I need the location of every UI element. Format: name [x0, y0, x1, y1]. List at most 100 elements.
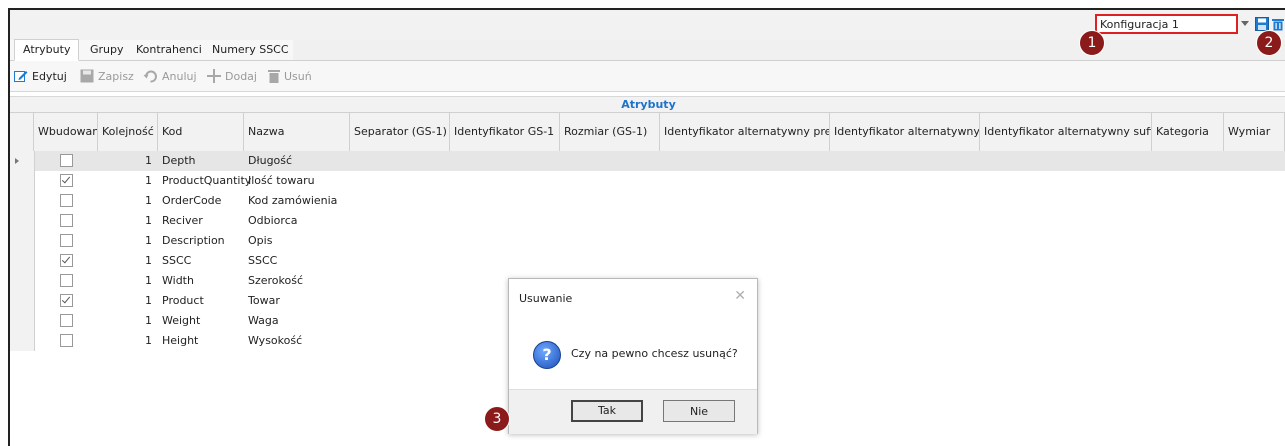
- cell-order: 1: [145, 294, 152, 307]
- cell-code: Description: [162, 234, 225, 247]
- checkbox[interactable]: [60, 174, 73, 187]
- dialog-footer: Tak Nie: [509, 389, 757, 434]
- table-row[interactable]: 1 Reciver Odbiorca: [10, 211, 1285, 231]
- delete-confirmation-dialog: Usuwanie ✕ ? Czy na pewno chcesz usunąć?…: [508, 278, 758, 434]
- column-header-alt[interactable]: Identyfikator alternatywny: [830, 113, 980, 151]
- cell-order: 1: [145, 194, 152, 207]
- checkbox[interactable]: [60, 194, 73, 207]
- row-indicator-header: [10, 113, 34, 151]
- callout-marker-2: 2: [1256, 30, 1282, 56]
- cancel-button-label: Anuluj: [162, 69, 197, 83]
- dialog-title: Usuwanie: [519, 292, 573, 305]
- row-indicator: [10, 231, 35, 251]
- cell-order: 1: [145, 154, 152, 167]
- column-header-separator[interactable]: Separator (GS-1): [350, 113, 450, 151]
- column-header-kolejnosc[interactable]: Kolejność: [98, 113, 158, 151]
- cell-name: Wysokość: [248, 334, 303, 347]
- checkbox[interactable]: [60, 334, 73, 347]
- checkbox[interactable]: [60, 154, 73, 167]
- row-indicator: [10, 331, 35, 351]
- checkbox[interactable]: [60, 214, 73, 227]
- grid-header: Wbudowany Kolejność Kod Nazwa Separator …: [10, 112, 1285, 152]
- toolbar: Edytuj Zapisz Anuluj Dodaj Usuń: [10, 61, 1285, 92]
- cell-code: Height: [162, 334, 199, 347]
- current-row-arrow-icon: [15, 158, 19, 164]
- chevron-down-icon[interactable]: [1241, 21, 1249, 26]
- delete-button[interactable]: Usuń: [268, 68, 312, 84]
- checkbox[interactable]: [60, 254, 73, 267]
- dialog-message: Czy na pewno chcesz usunąć?: [571, 347, 738, 360]
- cell-name: Szerokość: [248, 274, 304, 287]
- cell-order: 1: [145, 214, 152, 227]
- checkbox[interactable]: [60, 314, 73, 327]
- cell-name: Kod zamówienia: [248, 194, 338, 207]
- yes-button[interactable]: Tak: [571, 400, 643, 422]
- cell-code: OrderCode: [162, 194, 222, 207]
- tab-kontrahenci[interactable]: Kontrahenci: [128, 40, 210, 60]
- column-header-nazwa[interactable]: Nazwa: [244, 113, 350, 151]
- row-indicator: [10, 251, 35, 271]
- cell-name: Opis: [248, 234, 273, 247]
- checkbox[interactable]: [60, 294, 73, 307]
- cell-name: Odbiorca: [248, 214, 298, 227]
- cell-order: 1: [145, 174, 152, 187]
- edit-button-label: Edytuj: [32, 69, 67, 83]
- cell-name: Towar: [248, 294, 280, 307]
- dialog-body: ? Czy na pewno chcesz usunąć?: [509, 317, 757, 389]
- cell-name: Długość: [248, 154, 293, 167]
- cell-name: Ilość towaru: [248, 174, 315, 187]
- add-button[interactable]: Dodaj: [207, 68, 257, 84]
- tab-bar-fill: [293, 40, 1285, 60]
- table-row[interactable]: 1 Description Opis: [10, 231, 1285, 251]
- cell-order: 1: [145, 234, 152, 247]
- tab-grupy[interactable]: Grupy: [82, 40, 132, 60]
- cell-order: 1: [145, 274, 152, 287]
- checkbox[interactable]: [60, 234, 73, 247]
- column-header-wbudowany[interactable]: Wbudowany: [34, 113, 98, 151]
- tab-numery-sscc[interactable]: Numery SSCC: [204, 40, 297, 60]
- tab-atrybuty[interactable]: Atrybuty: [14, 39, 80, 61]
- cancel-button[interactable]: Anuluj: [143, 68, 197, 84]
- table-row[interactable]: 1 Depth Długość: [10, 151, 1285, 171]
- column-header-wymiar[interactable]: Wymiar: [1224, 113, 1285, 151]
- edit-button[interactable]: Edytuj: [14, 68, 67, 84]
- configuration-select[interactable]: Konfiguracja 1: [1095, 14, 1238, 34]
- save-button[interactable]: Zapisz: [80, 68, 134, 84]
- table-row[interactable]: 1 ProductQuantity Ilość towaru: [10, 171, 1285, 191]
- plus-icon: [207, 69, 221, 83]
- app-window: Konfiguracja 1 Atrybuty Grupy Kontrahenc…: [8, 8, 1285, 446]
- add-button-label: Dodaj: [225, 69, 257, 83]
- cell-code: Depth: [162, 154, 196, 167]
- save-icon[interactable]: [1255, 17, 1269, 31]
- column-header-kod[interactable]: Kod: [158, 113, 244, 151]
- row-indicator: [10, 151, 35, 171]
- no-button[interactable]: Nie: [663, 400, 735, 422]
- column-header-kategoria[interactable]: Kategoria: [1152, 113, 1224, 151]
- row-indicator: [10, 211, 35, 231]
- checkbox[interactable]: [60, 274, 73, 287]
- row-indicator: [10, 311, 35, 331]
- cell-order: 1: [145, 314, 152, 327]
- undo-icon: [143, 70, 157, 82]
- table-row[interactable]: 1 SSCC SSCC: [10, 251, 1285, 271]
- close-icon[interactable]: ✕: [734, 288, 746, 304]
- cell-order: 1: [145, 254, 152, 267]
- cell-order: 1: [145, 334, 152, 347]
- column-header-identyfikator-gs1[interactable]: Identyfikator GS-1: [450, 113, 560, 151]
- cell-code: ProductQuantity: [162, 174, 252, 187]
- callout-marker-1: 1: [1079, 30, 1105, 56]
- cell-code: Width: [162, 274, 194, 287]
- table-row[interactable]: 1 OrderCode Kod zamówienia: [10, 191, 1285, 211]
- column-header-rozmiar[interactable]: Rozmiar (GS-1): [560, 113, 660, 151]
- cell-code: SSCC: [162, 254, 192, 267]
- trash-icon[interactable]: [1271, 17, 1285, 31]
- trash-icon: [268, 70, 280, 83]
- row-indicator: [10, 171, 35, 191]
- cell-code: Weight: [162, 314, 201, 327]
- column-header-alt-suffix[interactable]: Identyfikator alternatywny suffix: [980, 113, 1152, 151]
- cell-code: Product: [162, 294, 204, 307]
- column-header-alt-prefix[interactable]: Identyfikator alternatywny prefix: [660, 113, 830, 151]
- save-button-label: Zapisz: [98, 69, 134, 83]
- floppy-icon: [80, 69, 94, 83]
- row-indicator: [10, 291, 35, 311]
